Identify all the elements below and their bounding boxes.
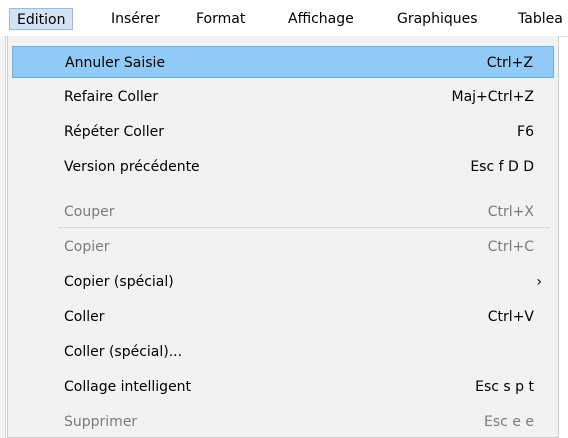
menu-item-coller[interactable]: Coller Ctrl+V [12, 301, 554, 333]
menu-item-label: Supprimer [64, 414, 138, 430]
menu-item-shortcut: Ctrl+X [487, 204, 534, 220]
menubar-format[interactable]: Format [196, 9, 245, 29]
menu-item-shortcut: F6 [517, 124, 534, 140]
menu-item-copier-special[interactable]: Copier (spécial) › [12, 266, 554, 298]
menu-item-label: Version précédente [64, 159, 200, 175]
menu-item-shortcut: Ctrl+V [487, 309, 534, 325]
menu-item-repeter-coller[interactable]: Répéter Coller F6 [12, 116, 554, 148]
menu-item-label: Collage intelligent [64, 379, 192, 395]
menu-item-label: Couper [64, 204, 115, 220]
menubar-edition[interactable]: Edition [9, 8, 74, 30]
menubar-inserer[interactable]: Insérer [111, 9, 160, 29]
menu-item-label: Copier [64, 239, 110, 255]
menubar-affichage[interactable]: Affichage [288, 9, 354, 29]
menu-item-collage-intelligent[interactable]: Collage intelligent Esc s p t [12, 371, 554, 403]
menu-item-shortcut: Ctrl+C [487, 239, 534, 255]
menu-item-version-precedente[interactable]: Version précédente Esc f D D [12, 151, 554, 183]
menu-item-couper[interactable]: Couper Ctrl+X [12, 196, 554, 228]
edition-dropdown-menu: Annuler Saisie Ctrl+Z Refaire Coller Maj… [7, 36, 559, 438]
menu-item-label: Refaire Coller [64, 89, 159, 105]
menubar-graphiques[interactable]: Graphiques [397, 9, 478, 29]
menu-item-label: Annuler Saisie [65, 55, 166, 71]
menu-item-shortcut: Maj+Ctrl+Z [451, 89, 534, 105]
menu-item-supprimer[interactable]: Supprimer Esc e e [12, 406, 554, 438]
menu-item-shortcut: Esc e e [484, 414, 534, 430]
window-left-edge [0, 36, 6, 438]
menu-item-coller-special[interactable]: Coller (spécial)... [12, 336, 554, 368]
menu-item-label: Coller (spécial)... [64, 344, 183, 360]
chevron-right-icon: › [536, 274, 542, 290]
menu-item-refaire-coller[interactable]: Refaire Coller Maj+Ctrl+Z [12, 81, 554, 113]
menu-item-annuler-saisie[interactable]: Annuler Saisie Ctrl+Z [12, 46, 554, 78]
menu-item-label: Coller [64, 309, 105, 325]
menu-item-copier[interactable]: Copier Ctrl+C [12, 231, 554, 263]
menu-item-shortcut: Esc f D D [470, 159, 534, 175]
menu-item-shortcut: Esc s p t [475, 379, 534, 395]
menu-item-shortcut: Ctrl+Z [486, 55, 533, 71]
menu-item-label: Copier (spécial) [64, 274, 174, 290]
menubar-tableau[interactable]: Tablea [518, 9, 563, 29]
menu-item-label: Répéter Coller [64, 124, 165, 140]
menu-bar: Edition Insérer Format Affichage Graphiq… [0, 0, 568, 37]
